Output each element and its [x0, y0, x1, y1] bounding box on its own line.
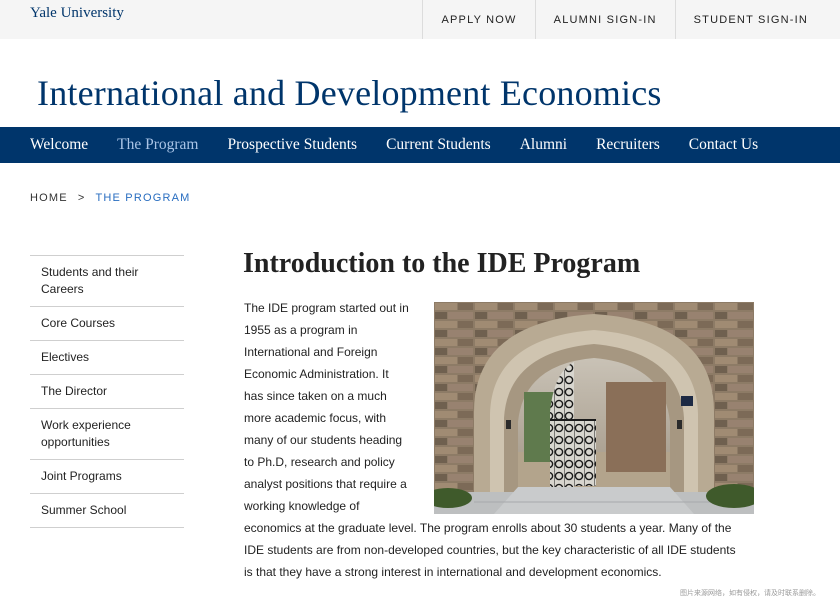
nav-item-the-program[interactable]: The Program: [117, 136, 198, 154]
main-nav: Welcome The Program Prospective Students…: [0, 127, 840, 163]
breadcrumb-separator: >: [77, 192, 86, 204]
sidebar-item-core-courses[interactable]: Core Courses: [30, 307, 184, 341]
archway-photo: [434, 302, 754, 514]
utility-links: APPLY NOW ALUMNI SIGN-IN STUDENT SIGN-IN: [422, 0, 840, 39]
watermark-text: 图片来源网络，如有侵权，请及时联系删除。: [680, 590, 820, 597]
nav-item-prospective-students[interactable]: Prospective Students: [228, 136, 358, 154]
utility-bar: Yale University APPLY NOW ALUMNI SIGN-IN…: [0, 0, 840, 39]
breadcrumb: HOME > THE PROGRAM: [30, 192, 191, 204]
sidebar-item-electives[interactable]: Electives: [30, 341, 184, 375]
sidebar-item-the-director[interactable]: The Director: [30, 375, 184, 409]
intro-text-continued: economics at the graduate level. The pro…: [244, 521, 736, 579]
page-title: Introduction to the IDE Program: [243, 248, 641, 279]
site-title[interactable]: International and Development Economics: [37, 72, 662, 114]
sidebar-item-summer-school[interactable]: Summer School: [30, 494, 184, 528]
nav-item-recruiters[interactable]: Recruiters: [596, 136, 660, 154]
sidebar-item-joint-programs[interactable]: Joint Programs: [30, 460, 184, 494]
nav-item-welcome[interactable]: Welcome: [30, 136, 88, 154]
student-sign-in-link[interactable]: STUDENT SIGN-IN: [674, 0, 840, 39]
sidebar-item-students-careers[interactable]: Students and their Careers: [30, 256, 184, 307]
nav-item-contact-us[interactable]: Contact Us: [689, 136, 758, 154]
apply-now-link[interactable]: APPLY NOW: [422, 0, 534, 39]
sidebar-nav: Students and their Careers Core Courses …: [30, 255, 184, 528]
yale-logo[interactable]: Yale University: [30, 5, 124, 22]
breadcrumb-home-link[interactable]: HOME: [30, 192, 68, 204]
breadcrumb-current: THE PROGRAM: [95, 192, 191, 204]
intro-text-wrapped: The IDE program started out in 1955 as a…: [244, 301, 409, 513]
nav-item-alumni[interactable]: Alumni: [520, 136, 567, 154]
alumni-sign-in-link[interactable]: ALUMNI SIGN-IN: [534, 0, 675, 39]
sidebar-item-work-experience[interactable]: Work experience opportunities: [30, 409, 184, 460]
nav-item-current-students[interactable]: Current Students: [386, 136, 491, 154]
